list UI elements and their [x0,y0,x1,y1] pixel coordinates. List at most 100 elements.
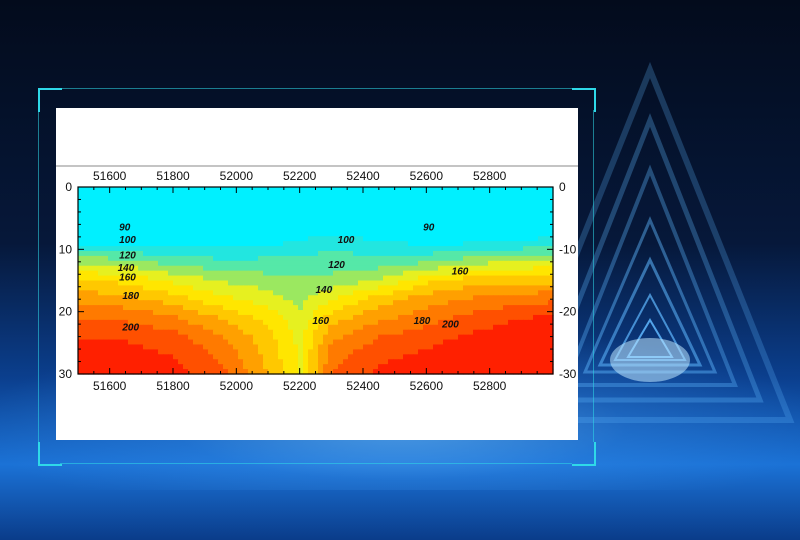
heat-cell [238,187,244,193]
heat-cell [368,265,374,272]
heat-cell [218,314,224,321]
heat-cell [158,319,164,326]
heat-cell [363,231,369,237]
heat-cell [138,250,144,257]
heat-cell [508,226,514,232]
heat-cell [528,211,534,218]
heat-cell [478,206,484,213]
heat-cell [298,191,304,198]
heat-cell [468,196,474,203]
heat-cell [258,187,264,193]
heat-cell [508,295,514,301]
heat-cell [503,339,509,346]
heat-cell [313,334,319,341]
heat-cell [263,241,269,247]
heat-cell [243,280,249,287]
heat-cell [348,329,354,336]
heat-cell [258,231,264,237]
heat-cell [153,221,159,227]
heat-cell [448,187,454,193]
heat-cell [363,305,369,311]
heat-cell [433,206,439,213]
heat-cell [488,265,494,272]
heat-cell [88,334,94,341]
heat-cell [103,339,109,346]
heat-cell [423,334,429,341]
heat-cell [303,246,309,252]
heat-cell [543,339,549,346]
heat-cell [273,241,279,247]
heat-cell [213,300,219,306]
heat-cell [108,216,114,223]
heat-cell [403,364,409,370]
heat-cell [373,310,379,316]
heat-cell [498,255,504,262]
heat-cell [238,310,244,316]
heat-cell [253,236,259,242]
heat-cell [203,310,209,316]
heat-cell [173,290,179,296]
heat-cell [278,314,284,321]
heat-cell [253,364,259,370]
heat-cell [388,206,394,213]
heat-cell [303,226,309,232]
heat-cell [498,196,504,203]
heat-cell [493,314,499,321]
heat-cell [448,221,454,227]
heat-cell [258,339,264,346]
heat-cell [288,270,294,277]
heat-cell [243,339,249,346]
heat-cell [203,290,209,296]
heat-cell [358,349,364,355]
heat-cell [138,270,144,277]
heat-cell [358,265,364,272]
heat-cell [433,196,439,203]
heat-cell [143,290,149,296]
heat-cell [288,280,294,287]
heat-cell [313,241,319,247]
heat-cell [383,344,389,350]
heat-cell [358,290,364,296]
heat-cell [328,354,334,360]
heat-cell [433,305,439,311]
heat-cell [373,329,379,336]
heat-cell [498,206,504,213]
heat-cell [163,206,169,213]
heat-cell [318,231,324,237]
heat-cell [183,305,189,311]
heat-cell [288,226,294,232]
heat-cell [408,260,414,267]
heat-cell [328,270,334,277]
heat-cell [488,324,494,331]
heat-cell [263,206,269,213]
heat-cell [143,270,149,277]
heat-cell [173,295,179,301]
heat-cell [273,339,279,346]
heat-cell [103,275,109,282]
heat-cell [348,187,354,193]
heat-cell [513,290,519,296]
heat-cell [543,290,549,296]
heat-cell [308,241,314,247]
heat-cell [473,295,479,301]
heat-cell [298,349,304,355]
heat-cell [238,226,244,232]
heat-cell [388,295,394,301]
heat-cell [218,201,224,208]
heat-cell [233,196,239,203]
heat-cell [233,344,239,350]
heat-cell [543,349,549,355]
heat-cell [178,300,184,306]
heat-cell [543,270,549,277]
heat-cell [253,359,259,365]
heat-cell [318,305,324,311]
heat-cell [303,324,309,331]
heat-cell [388,196,394,203]
heat-cell [318,359,324,365]
heat-cell [413,231,419,237]
heat-cell [223,310,229,316]
heat-cell [473,191,479,198]
heat-cell [223,250,229,257]
heat-cell [278,211,284,218]
heat-cell [368,246,374,252]
